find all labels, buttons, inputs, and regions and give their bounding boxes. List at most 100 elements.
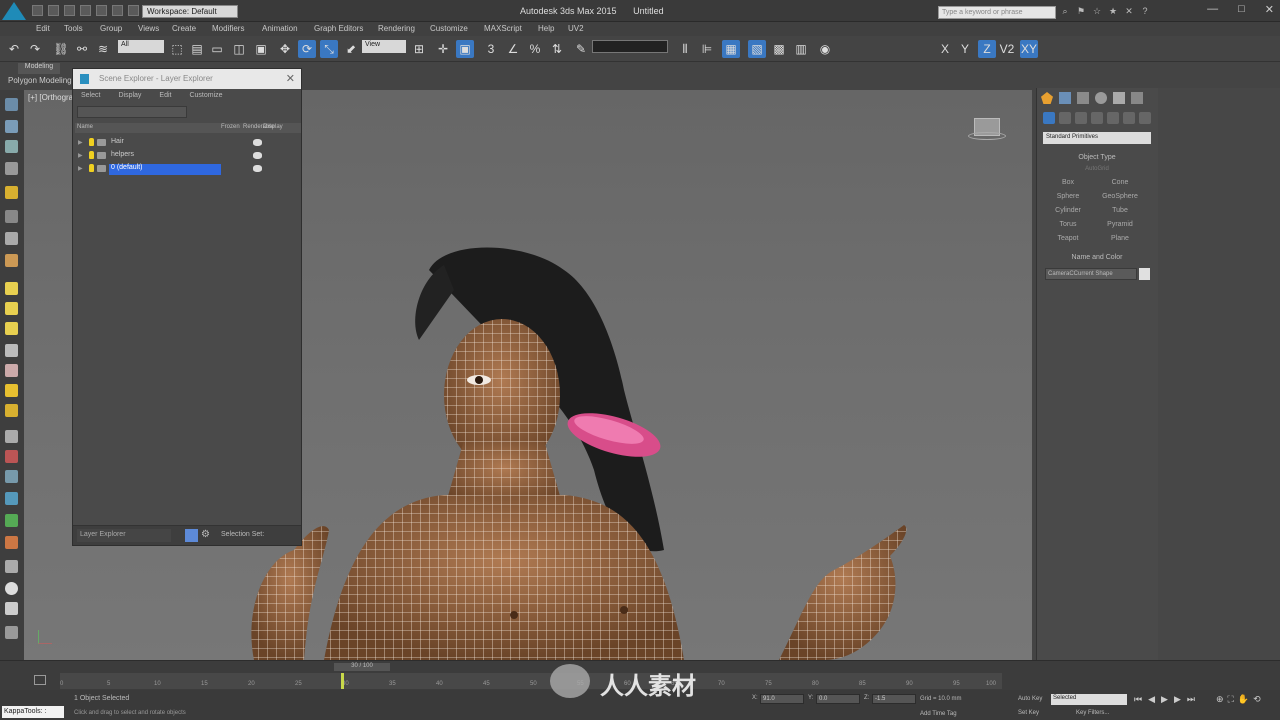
set-key-button[interactable]: Set Key bbox=[1018, 710, 1039, 716]
column-name[interactable]: Name bbox=[77, 124, 93, 130]
object-name-field[interactable]: CameraCCurrent Shape bbox=[1045, 268, 1137, 280]
particle-icon[interactable] bbox=[5, 450, 18, 463]
column-display[interactable]: Display bbox=[263, 124, 283, 130]
scale-icon[interactable]: ⤡ bbox=[320, 40, 338, 58]
window-crossing-icon[interactable]: ◫ bbox=[230, 40, 248, 58]
menu-graph-editors[interactable]: Graph Editors bbox=[314, 24, 363, 33]
auto-key-button[interactable]: Auto Key bbox=[1018, 696, 1042, 702]
next-frame-icon[interactable]: ▶ bbox=[1174, 694, 1181, 705]
lightbulb-icon[interactable] bbox=[89, 151, 94, 159]
menu-maxscript[interactable]: MAXScript bbox=[484, 24, 522, 33]
cameras-icon[interactable] bbox=[1091, 112, 1103, 124]
app-logo-icon[interactable] bbox=[2, 2, 26, 20]
x-coord-field[interactable]: 91.0 bbox=[760, 694, 804, 704]
layer-row[interactable]: ▶ Hair bbox=[75, 137, 301, 149]
shape-oval-icon[interactable] bbox=[5, 302, 18, 315]
shape-box-icon[interactable] bbox=[5, 282, 18, 295]
shape-torus-icon[interactable] bbox=[5, 344, 18, 357]
create-teapot-button[interactable]: Teapot bbox=[1043, 235, 1093, 242]
menu-rendering[interactable]: Rendering bbox=[378, 24, 415, 33]
move-icon[interactable]: ✥ bbox=[276, 40, 294, 58]
rect-selection-icon[interactable]: ▭ bbox=[208, 40, 226, 58]
menu-uv2[interactable]: UV2 bbox=[568, 24, 584, 33]
z-coord-field[interactable]: -1.5 bbox=[872, 694, 916, 704]
rotate-icon[interactable]: ⟳ bbox=[298, 40, 316, 58]
undo-icon[interactable]: ↶ bbox=[5, 40, 23, 58]
bone-icon[interactable] bbox=[5, 430, 18, 443]
pivot-center-icon[interactable]: ⊞ bbox=[410, 40, 428, 58]
project-folder-icon[interactable] bbox=[112, 5, 123, 16]
se-menu-edit[interactable]: Edit bbox=[159, 92, 171, 99]
place-icon[interactable]: ⬋ bbox=[342, 40, 360, 58]
water-icon[interactable] bbox=[5, 492, 18, 505]
teapot-icon[interactable] bbox=[253, 139, 262, 146]
angle-snap-icon[interactable]: ∠ bbox=[504, 40, 522, 58]
create-plane-icon[interactable] bbox=[5, 162, 18, 175]
prev-frame-icon[interactable]: ◀ bbox=[1148, 694, 1155, 705]
lights-icon[interactable] bbox=[1075, 112, 1087, 124]
create-cylinder-button[interactable]: Cylinder bbox=[1043, 207, 1093, 214]
primitives-type-select[interactable]: Standard Primitives bbox=[1043, 132, 1151, 144]
shape-cone-icon[interactable] bbox=[5, 364, 18, 377]
subscription-icon[interactable]: ⚑ bbox=[1076, 6, 1086, 16]
foliage-icon[interactable] bbox=[5, 514, 18, 527]
save-icon[interactable] bbox=[64, 5, 75, 16]
se-menu-customize[interactable]: Customize bbox=[189, 92, 222, 99]
new-icon[interactable] bbox=[32, 5, 43, 16]
menu-views[interactable]: Views bbox=[138, 24, 159, 33]
unlink-icon[interactable]: ⚯ bbox=[73, 40, 91, 58]
menu-edit[interactable]: Edit bbox=[36, 24, 50, 33]
expand-icon[interactable]: ▶ bbox=[78, 165, 83, 172]
mini-curve-editor-icon[interactable] bbox=[34, 675, 46, 685]
graphite-toolbar-icon[interactable]: ▩ bbox=[770, 40, 788, 58]
grid-icon[interactable] bbox=[5, 602, 18, 615]
shape-pyramid-icon[interactable] bbox=[5, 384, 18, 397]
helper-icon[interactable] bbox=[5, 232, 18, 245]
menu-group[interactable]: Group bbox=[100, 24, 122, 33]
menu-create[interactable]: Create bbox=[172, 24, 196, 33]
geometry-icon[interactable] bbox=[1043, 112, 1055, 124]
layer-name[interactable]: 0 (default) bbox=[109, 164, 221, 175]
se-menu-display[interactable]: Display bbox=[118, 92, 141, 99]
align-icon[interactable]: ⊫ bbox=[698, 40, 716, 58]
utilities-tab-icon[interactable] bbox=[1131, 92, 1143, 104]
create-geosphere-button[interactable]: GeoSphere bbox=[1095, 193, 1145, 200]
dynamics-icon[interactable] bbox=[5, 470, 18, 483]
lightbulb-icon[interactable] bbox=[89, 138, 94, 146]
create-pyramid-button[interactable]: Pyramid bbox=[1095, 221, 1145, 228]
curve-editor-icon[interactable]: ▥ bbox=[792, 40, 810, 58]
goto-start-icon[interactable]: ⏮ bbox=[1134, 694, 1142, 705]
orbit-icon[interactable]: ⟲ bbox=[1253, 694, 1261, 705]
axis-constraint-xy[interactable]: XY bbox=[1020, 40, 1038, 58]
lightbulb-icon[interactable] bbox=[89, 164, 94, 172]
object-type-rollout[interactable]: Object Type bbox=[1047, 154, 1147, 161]
zoom-extents-icon[interactable]: ⛶ bbox=[1228, 694, 1234, 705]
create-plane-button[interactable]: Plane bbox=[1095, 235, 1145, 242]
expand-icon[interactable]: ▶ bbox=[78, 139, 83, 146]
add-time-tag-button[interactable]: Add Time Tag bbox=[920, 711, 957, 717]
mesh-icon[interactable] bbox=[5, 560, 18, 573]
axis-constraint-y[interactable]: Y bbox=[956, 40, 974, 58]
explorer-type-select[interactable]: Layer Explorer bbox=[77, 529, 171, 542]
filter-icon[interactable]: ⚙ bbox=[201, 529, 210, 540]
light-icon[interactable] bbox=[5, 186, 18, 199]
menu-animation[interactable]: Animation bbox=[262, 24, 298, 33]
exchange-icon[interactable]: ✕ bbox=[1124, 6, 1134, 16]
menu-help[interactable]: Help bbox=[538, 24, 554, 33]
column-frozen[interactable]: Frozen bbox=[221, 124, 240, 130]
select-manipulate-icon[interactable]: ✛ bbox=[434, 40, 452, 58]
layer-name[interactable]: helpers bbox=[109, 151, 221, 162]
select-object-icon[interactable]: ⬚ bbox=[168, 40, 186, 58]
teapot-icon[interactable] bbox=[253, 152, 262, 159]
layer-row[interactable]: ▶ helpers bbox=[75, 150, 301, 162]
create-box-icon[interactable] bbox=[5, 98, 18, 111]
key-mode-select[interactable]: Selected bbox=[1051, 694, 1127, 705]
y-coord-field[interactable]: 0.0 bbox=[816, 694, 860, 704]
selection-filter-select[interactable]: All bbox=[118, 40, 164, 53]
maxscript-icon[interactable] bbox=[128, 5, 139, 16]
select-move-icon[interactable]: ▣ bbox=[252, 40, 270, 58]
pan-icon[interactable]: ✋ bbox=[1238, 694, 1249, 705]
object-color-swatch[interactable] bbox=[1139, 268, 1150, 280]
layer-name[interactable]: Hair bbox=[109, 138, 221, 149]
layer-row[interactable]: ▶ 0 (default) bbox=[75, 163, 301, 175]
